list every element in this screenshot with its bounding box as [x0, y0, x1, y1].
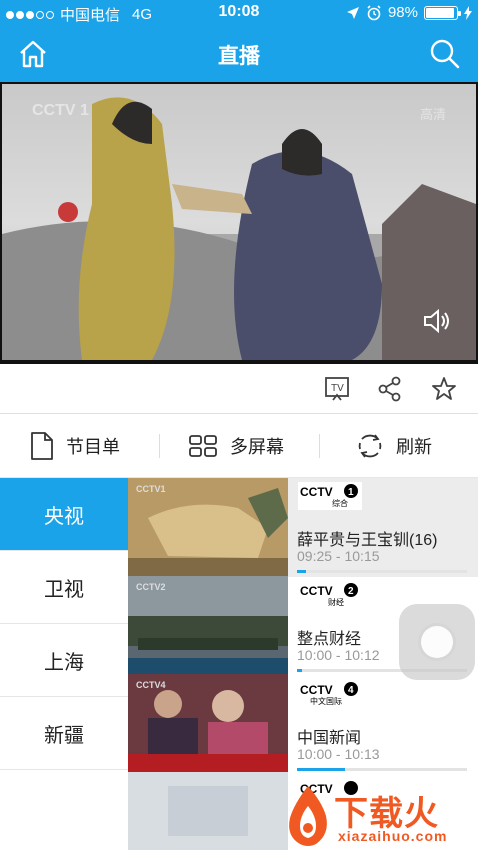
watermark-url: xiazaihuo.com: [338, 828, 448, 844]
program-item[interactable]: CCTV 1 综合 薛平贵与王宝钏(16) 09:25 - 10:15: [288, 478, 478, 577]
program-time: 10:00 - 10:12: [297, 647, 380, 663]
thumbnail-image: [128, 772, 288, 850]
svg-text:4: 4: [348, 685, 354, 696]
site-watermark: 下载火 xiazaihuo.com: [282, 782, 478, 850]
function-menu: 节目单 多屏幕 刷新: [0, 414, 478, 478]
thumbnail-logo: CCTV4: [136, 680, 166, 690]
thumbnail-logo: CCTV1: [136, 484, 166, 494]
location-icon: [346, 6, 359, 19]
category-item[interactable]: 上海: [0, 624, 128, 697]
document-icon: [31, 432, 53, 460]
share-button[interactable]: [376, 376, 404, 402]
program-progress: [297, 570, 467, 573]
category-item[interactable]: 新疆: [0, 697, 128, 770]
category-item[interactable]: 卫视: [0, 551, 128, 624]
cctv1-logo-icon: CCTV 1: [298, 482, 362, 510]
program-title: 整点财经: [297, 631, 362, 648]
channel-subtitle: 中文国际: [310, 697, 342, 706]
mute-button[interactable]: [422, 306, 452, 336]
channel-thumbnail[interactable]: CCTV4: [128, 674, 288, 772]
program-title: 中国新闻: [297, 730, 362, 747]
assistive-touch-button[interactable]: [399, 604, 475, 680]
category-sidebar: 央视 卫视 上海 新疆: [0, 478, 128, 850]
thumbnail-logo: CCTV2: [136, 582, 166, 592]
nav-bar: 直播: [0, 26, 478, 82]
alarm-icon: [367, 4, 381, 20]
battery-percent: 98%: [387, 4, 418, 21]
thumbnail-column: CCTV1 CCTV2 CCTV4: [128, 478, 288, 850]
assistive-touch-icon: [418, 623, 456, 661]
status-bar: 中国电信 4G 10:08 98%: [0, 0, 478, 26]
app-header: 中国电信 4G 10:08 98% 直播: [0, 0, 478, 82]
search-icon: [430, 39, 460, 69]
battery-icon: [424, 5, 461, 20]
schedule-button[interactable]: 节目单: [30, 414, 120, 478]
grid-icon: [189, 435, 217, 457]
tv-cast-icon: TV: [325, 377, 349, 401]
refresh-label: 刷新: [396, 437, 432, 457]
svg-text:1: 1: [348, 487, 354, 498]
page-title: 直播: [218, 45, 260, 68]
svg-text:2: 2: [348, 586, 354, 597]
menu-divider: [159, 434, 160, 458]
program-title: 薛平贵与王宝钏(16): [297, 532, 438, 549]
speaker-icon: [424, 308, 449, 334]
svg-text:TV: TV: [331, 383, 344, 394]
video-player[interactable]: CCTV 1 高清: [0, 82, 478, 364]
multiscreen-label: 多屏幕: [230, 437, 284, 457]
channel-subtitle: 财经: [328, 598, 344, 607]
program-progress: [297, 768, 467, 771]
flame-logo-icon: [289, 786, 327, 846]
program-time: 10:00 - 10:13: [297, 746, 380, 762]
program-item[interactable]: CCTV 4 中文国际 中国新闻 10:00 - 10:13: [288, 676, 478, 775]
video-frame[interactable]: CCTV 1 高清: [2, 84, 476, 360]
search-button[interactable]: [429, 38, 461, 70]
share-icon: [378, 376, 401, 402]
video-scene: [2, 97, 476, 360]
favorite-button[interactable]: [430, 376, 458, 402]
star-icon: [432, 377, 456, 400]
category-item[interactable]: 央视: [0, 478, 128, 551]
action-bar: TV: [0, 364, 478, 414]
channel-thumbnail[interactable]: CCTV1: [128, 478, 288, 576]
multiscreen-button[interactable]: 多屏幕: [188, 414, 284, 478]
program-time: 09:25 - 10:15: [297, 548, 380, 564]
svg-text:CCTV: CCTV: [300, 584, 333, 598]
refresh-icon: [358, 434, 382, 458]
channel-subtitle: 综合: [332, 499, 348, 508]
channel-thumbnail[interactable]: [128, 772, 288, 850]
svg-text:CCTV: CCTV: [300, 683, 333, 697]
refresh-button[interactable]: 刷新: [356, 414, 432, 478]
schedule-label: 节目单: [66, 437, 120, 457]
charging-icon: [464, 5, 472, 20]
channel-watermark: CCTV 1: [32, 102, 89, 119]
hd-badge: 高清: [419, 107, 446, 122]
svg-text:CCTV: CCTV: [300, 485, 333, 499]
menu-divider: [319, 434, 320, 458]
tv-cast-button[interactable]: TV: [324, 376, 352, 402]
channel-thumbnail[interactable]: CCTV2: [128, 576, 288, 674]
